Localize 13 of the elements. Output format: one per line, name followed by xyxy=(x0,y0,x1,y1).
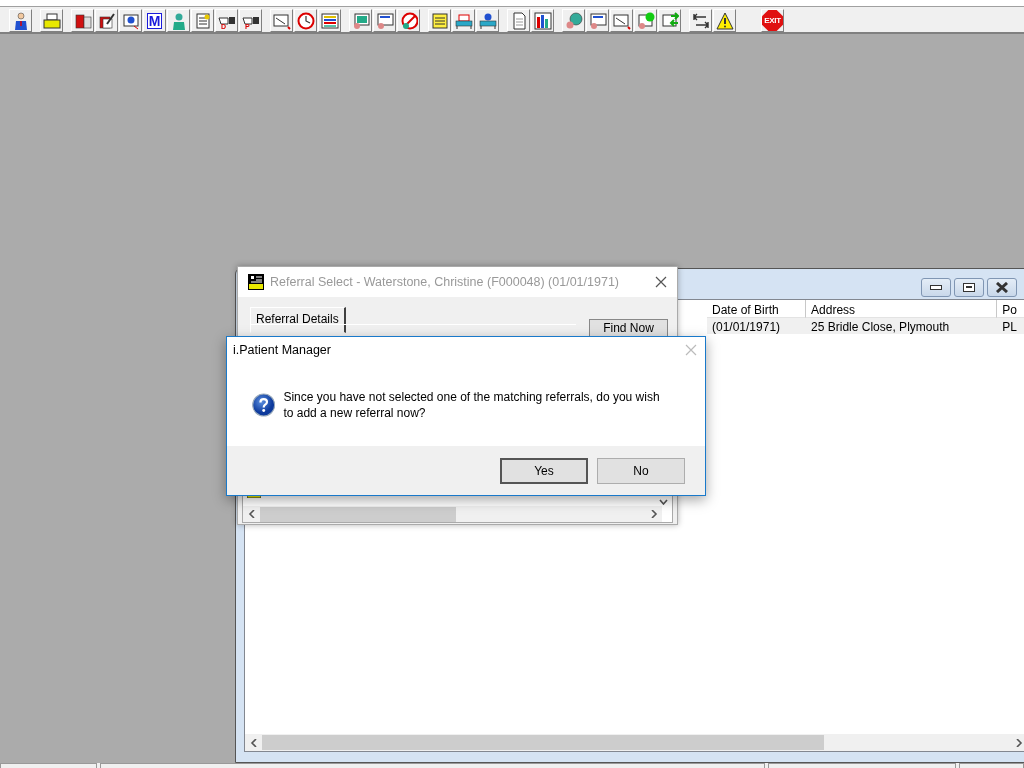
column-header[interactable]: Date of Birth xyxy=(707,300,807,318)
dialog-button[interactable]: No xyxy=(597,457,685,484)
exit-button[interactable]: EXIT xyxy=(761,9,784,32)
table-cell-text: 25 Bridle Close, Plymouth xyxy=(810,319,951,334)
tab[interactable]: Referral Details xyxy=(250,307,346,333)
dialog-message: Since you have not selected one of the matching referrals, do you wish to add a new referral now? xyxy=(283,388,661,421)
window-title: Referral Select - Waterstone, Christine (F000048) (01/01/1971) xyxy=(270,273,620,291)
table-cell-text: PL xyxy=(1001,319,1018,334)
dialog-title: i.Patient Manager xyxy=(233,341,331,359)
table-cell-text: (01/01/1971) xyxy=(711,319,782,334)
toolbar-button[interactable]: M xyxy=(143,9,166,32)
dialog-button[interactable]: Yes xyxy=(500,457,588,484)
column-header[interactable]: Address xyxy=(806,300,998,318)
